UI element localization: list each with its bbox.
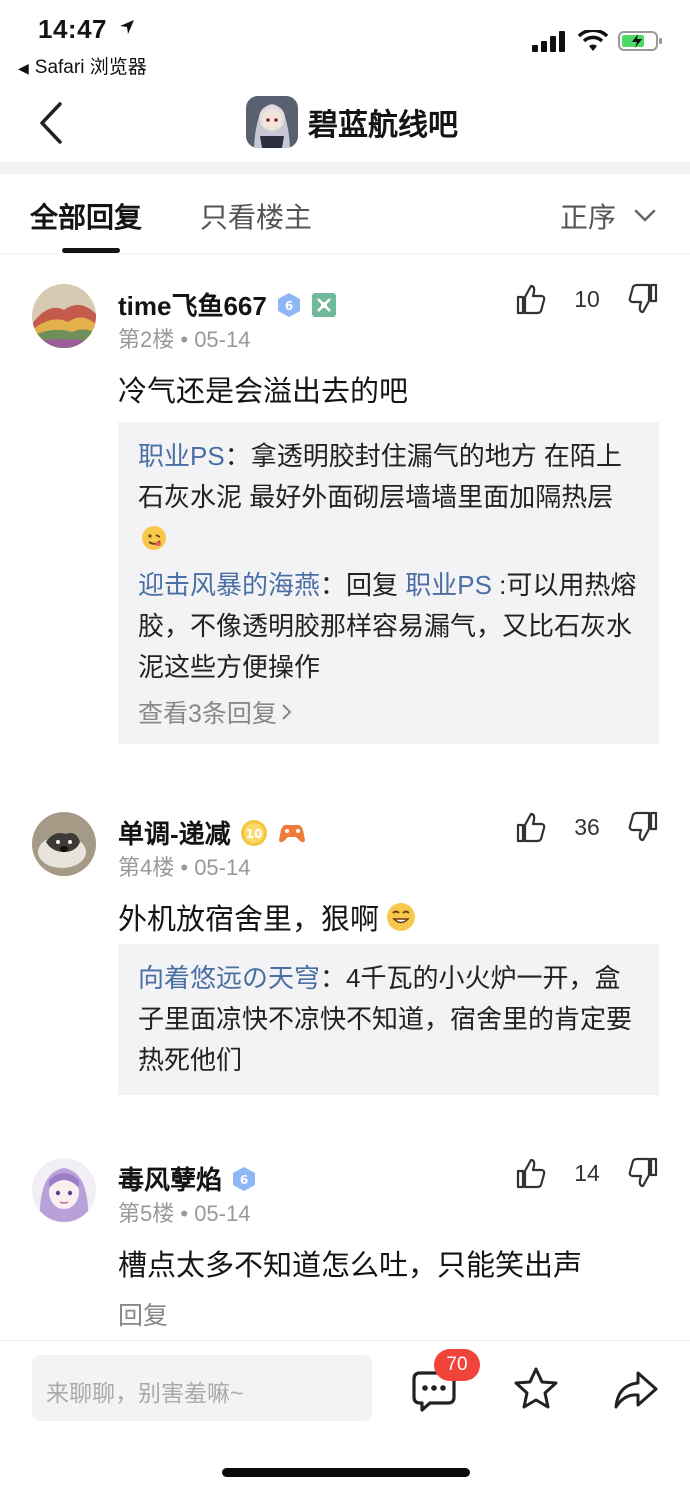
post-date: 05-14 [194,1201,251,1226]
home-indicator [222,1468,470,1477]
star-icon[interactable] [512,1365,560,1413]
level-badge-icon: 6 [277,292,300,317]
chevron-right-icon [282,704,292,720]
forum-title: 碧蓝航线吧 [308,109,458,142]
post-meta: 第2楼 • 05-14 [118,327,251,352]
avatar[interactable] [32,812,96,876]
grin-emoji-icon [387,903,416,931]
post-content: 槽点太多不知道怎么吐，只能笑出声 [118,1250,583,1282]
back-chevron-icon[interactable] [36,102,66,144]
smirk-emoji-icon [142,526,166,550]
reply-sep: ： [320,963,347,993]
level-badge-icon: 6 [233,1166,256,1191]
username-text: 单调-递减 [118,819,231,849]
chevron-down-icon [634,209,656,222]
member-badge-icon [311,292,336,317]
sub-replies: 职业PS：拿透明胶封住漏气的地方 在陌上石灰水泥 最好外面砌层墙墙里面加隔热层 … [118,422,659,744]
active-tab-indicator [62,248,120,253]
status-time: 14:47 [38,14,107,44]
sort-dropdown[interactable]: 正序 [560,196,656,236]
sub-replies: 向着悠远の天穹：4千瓦的小火炉一开，盒子里面凉快不凉快不知道，宿舍里的肯定要热死… [118,944,659,1095]
battery-icon [618,31,662,51]
game-controller-icon [278,824,305,842]
reply-author[interactable]: 职业PS [138,441,225,471]
tab-owner-only[interactable]: 只看楼主 [200,196,312,236]
floor-number: 第4楼 [118,855,175,880]
sub-reply: 职业PS：拿透明胶封住漏气的地方 在陌上石灰水泥 最好外面砌层墙墙里面加隔热层 [138,436,639,559]
vote-controls: 10 [514,282,660,316]
username-text: 毒风孽焰 [118,1165,223,1195]
post-content: 外机放宿舍里，狠啊 [118,896,417,938]
username[interactable]: time飞鱼667 6 [118,286,337,323]
forum-header[interactable]: 碧蓝航线吧 [246,96,458,148]
level-badge-icon: 10 [240,819,267,846]
tab-all-replies[interactable]: 全部回复 [30,196,142,236]
back-app-label: Safari 浏览器 [34,57,147,78]
like-count: 36 [574,813,600,840]
view-more-replies[interactable]: 查看3条回复 [138,694,639,730]
location-arrow-icon [120,20,134,34]
post-meta: 第4楼 • 05-14 [118,855,251,880]
thumbs-up-icon[interactable] [514,1156,548,1190]
thumbs-down-icon[interactable] [626,1156,660,1190]
status-bar: 14:47 ◀ Safari 浏览器 [0,0,690,80]
signal-icon [532,31,565,52]
vote-controls: 36 [514,810,660,844]
section-divider [0,162,690,174]
thumbs-up-icon[interactable] [514,282,548,316]
share-icon[interactable] [612,1365,660,1413]
forum-avatar [246,96,298,148]
sort-label: 正序 [559,202,616,233]
floor-number: 第2楼 [118,327,175,352]
post-meta: 第5楼 • 05-14 [118,1201,251,1226]
back-to-app[interactable]: ◀ Safari 浏览器 [18,52,147,79]
post-content-text: 外机放宿舍里，狠啊 [118,904,380,936]
view-more-label: 查看3条回复 [138,700,277,728]
thumbs-down-icon[interactable] [626,810,660,844]
post-date: 05-14 [194,327,251,352]
avatar[interactable] [32,284,96,348]
reply-sep: ： [224,441,251,471]
reply-button[interactable]: 回复 [118,1296,168,1332]
username[interactable]: 毒风孽焰 6 [118,1160,258,1197]
post-content: 冷气还是会溢出去的吧 [118,376,409,408]
like-count: 10 [574,285,600,312]
reply-mention[interactable]: 职业PS [405,570,492,600]
sub-reply: 迎击风暴的海燕：回复 职业PS :可以用热熔胶，不像透明胶那样容易漏气，又比石灰… [138,565,639,688]
reply-author[interactable]: 迎击风暴的海燕 [138,570,320,600]
post-date: 05-14 [194,855,251,880]
username[interactable]: 单调-递减 10 [118,814,307,851]
reply-sep: ： [320,570,347,600]
thumbs-up-icon[interactable] [514,810,548,844]
floor-number: 第5楼 [118,1201,175,1226]
thumbs-down-icon[interactable] [626,282,660,316]
svg-text:10: 10 [245,827,262,841]
comment-count-badge: 70 [434,1349,480,1381]
like-count: 14 [574,1159,600,1186]
avatar[interactable] [32,1158,96,1222]
system-icons [532,30,664,52]
reply-prefix: 回复 [346,570,406,600]
back-triangle-icon: ◀ [18,60,29,76]
wifi-icon [578,30,608,51]
comment-input[interactable]: 来聊聊，别害羞嘛~ [32,1355,372,1421]
reply-author[interactable]: 向着悠远の天穹 [138,963,320,993]
vote-controls: 14 [514,1156,660,1190]
username-text: time飞鱼667 [118,291,267,321]
navigation-bar: 碧蓝航线吧 [0,80,690,164]
sub-reply: 向着悠远の天穹：4千瓦的小火炉一开，盒子里面凉快不凉快不知道，宿舍里的肯定要热死… [138,958,639,1081]
svg-text:6: 6 [285,299,293,313]
reply-tabs: 全部回复 只看楼主 正序 [0,174,690,254]
svg-text:6: 6 [240,1173,248,1187]
